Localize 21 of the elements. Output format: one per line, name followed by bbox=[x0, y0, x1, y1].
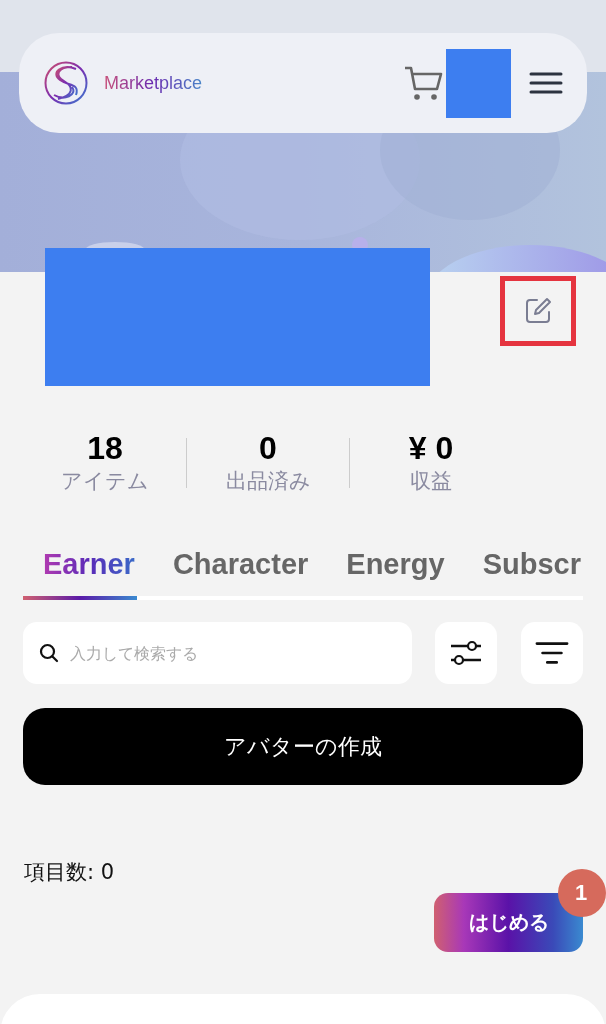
search-field[interactable]: 入力して検索する bbox=[23, 622, 412, 684]
sort-icon bbox=[535, 640, 569, 666]
item-count: 項目数: 0 bbox=[24, 859, 116, 886]
menu-icon[interactable] bbox=[529, 71, 563, 95]
stat-label: 収益 bbox=[410, 468, 452, 495]
sort-button[interactable] bbox=[521, 622, 583, 684]
logo-icon bbox=[44, 61, 88, 105]
tab[interactable]: Character bbox=[172, 544, 309, 584]
tab[interactable]: Energy bbox=[346, 544, 445, 584]
stat-value: 18 bbox=[87, 430, 123, 466]
stat-value: ¥ 0 bbox=[408, 430, 454, 466]
notification-badge: 1 bbox=[558, 869, 606, 917]
adjust-button[interactable] bbox=[435, 622, 497, 684]
create-avatar-button[interactable]: アバターの作成 bbox=[23, 708, 583, 785]
redaction-block bbox=[446, 48, 511, 118]
tab[interactable]: Subscr bbox=[482, 544, 581, 584]
sliders-icon bbox=[449, 640, 483, 666]
stat-label: 出品済み bbox=[225, 468, 311, 495]
stat-label: アイテム bbox=[61, 468, 149, 495]
cart-icon[interactable] bbox=[403, 65, 443, 101]
stat-value: 0 bbox=[259, 430, 277, 466]
